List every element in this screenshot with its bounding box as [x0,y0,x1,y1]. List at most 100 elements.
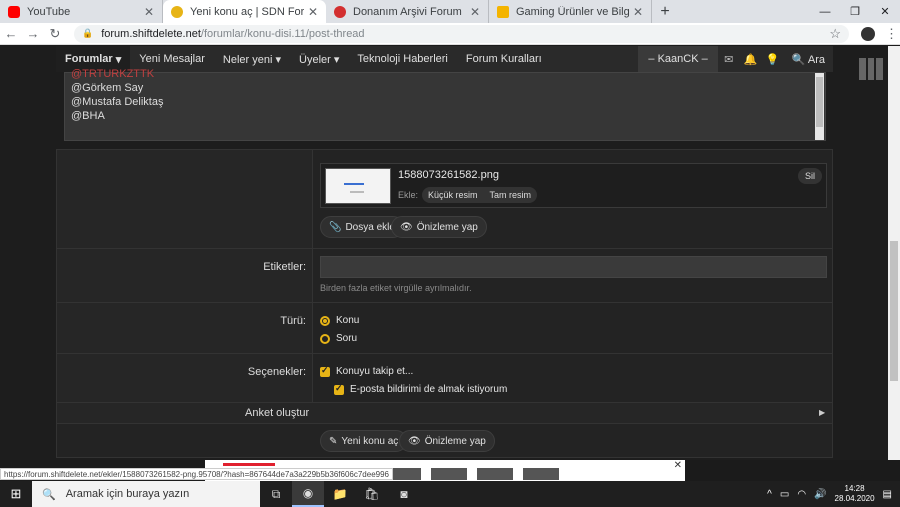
close-icon[interactable]: ✕ [633,5,643,19]
clock-time: 14:28 [844,484,865,493]
tab-label: Yeni konu aç | SDN Forum [190,5,304,18]
taskbar-search[interactable]: 🔍 Aramak için buraya yazın [32,481,260,507]
nav-teknoloji-haberleri[interactable]: Teknoloji Haberleri [348,53,457,65]
insert-full-image-button[interactable]: Tam resim [484,187,538,203]
attachment-filename: 1588073261582.png [398,169,499,181]
option-label: E-posta bildirimi de almak istiyorum [350,384,508,395]
button-label: Yeni konu aç [341,435,399,447]
submit-thread-button[interactable]: ✎ Yeni konu aç [320,430,408,452]
paperclip-icon: 📎 [329,221,342,233]
attachment-thumbnail[interactable] [325,168,391,204]
tags-input[interactable] [320,256,827,278]
close-icon[interactable]: ✕ [144,5,154,19]
insert-button-group: Küçük resim Tam resim [422,187,538,203]
chevron-up-icon[interactable]: ^ [767,489,772,500]
delete-attachment-button[interactable]: Sil [797,168,822,184]
address-bar[interactable]: 🔒 forum.shiftdelete.net/forumlar/konu-di… [74,24,849,43]
discord-icon[interactable]: ◙ [388,481,420,507]
type-option-konu[interactable]: Konu [320,315,359,326]
forward-icon[interactable]: → [22,26,44,41]
lock-icon: 🔒 [82,28,94,38]
option-label: Konuyu takip et... [336,366,414,377]
status-link-preview: https://forum.shiftdelete.net/ekler/1588… [0,468,393,480]
preview-button[interactable]: 👁 Önizleme yap [391,216,487,238]
close-window-icon[interactable]: ✕ [870,0,900,23]
search-label: Ara [807,53,825,66]
insert-thumbnail-button[interactable]: Küçük resim [422,187,484,203]
reload-icon[interactable]: ↻ [44,26,66,42]
side-decoration [859,58,884,80]
option-label: Soru [336,333,358,344]
nav-forum-kurallari[interactable]: Forum Kuralları [457,53,551,65]
windows-start-icon[interactable]: ⊞ [0,481,32,507]
profile-avatar[interactable] [861,26,875,41]
editor-line: @Mustafa Deliktaş [71,96,164,108]
button-label: Önizleme yap [416,221,478,233]
search-icon: 🔍 [42,488,56,501]
inbox-icon[interactable]: ✉ [718,53,740,66]
type-option-soru[interactable]: Soru [320,333,357,344]
search-placeholder: Aramak için buraya yazın [65,488,190,500]
task-view-icon[interactable]: ⧉ [260,481,292,507]
nav-neler-yeni[interactable]: Neler yeni ▾ [214,53,290,66]
preview-button-bottom[interactable]: 👁 Önizleme yap [399,430,495,452]
browser-toolbar: ← → ↻ 🔒 forum.shiftdelete.net/forumlar/k… [0,23,900,45]
bookmark-star-icon[interactable]: ☆ [829,26,841,42]
store-icon[interactable]: 🛍 [356,481,388,507]
close-icon[interactable]: ✕ [308,5,318,19]
browser-menu-icon[interactable]: ⋮ [885,26,898,42]
divider [57,248,832,249]
clock-date: 28.04.2020 [834,494,875,503]
sdn-icon [171,5,183,18]
file-explorer-icon[interactable]: 📁 [324,481,356,507]
tags-label: Etiketler: [263,261,306,273]
url-path: /forumlar/konu-disi.11/post-thread [200,27,365,40]
browser-tab-strip: YouTube ✕ Yeni konu aç | SDN Forum ✕ Don… [0,0,900,23]
volume-icon[interactable]: 🔊 [814,489,826,500]
restore-icon[interactable]: ❐ [840,0,870,23]
message-editor[interactable]: @TRTURKZTTK @Görkem Say @Mustafa Delikta… [64,68,826,141]
eye-icon: 👁 [400,221,413,233]
page-scrollbar[interactable] [888,46,900,460]
nav-yeni-mesajlar[interactable]: Yeni Mesajlar [130,53,214,65]
bell-icon[interactable]: 🔔 [740,53,762,66]
donanim-arsivi-icon [334,5,346,18]
option-label: Konu [336,315,360,326]
tab-label: Gaming Ürünler ve Bilgisayar Bile [516,5,629,18]
create-poll-toggle[interactable]: Anket oluştur ▶ [57,402,832,424]
button-label: Önizleme yap [424,435,486,447]
attachment-card: 1588073261582.png Ekle: Küçük resim Tam … [320,163,827,208]
clock[interactable]: 14:28 28.04.2020 [835,484,875,504]
battery-icon[interactable]: ▭ [780,489,789,500]
close-icon[interactable]: ✕ [470,5,480,19]
chrome-icon[interactable]: ◉ [292,481,324,507]
tags-hint: Birden fazla etiket virgülle ayrılmalıdı… [320,283,472,293]
radio-unselected[interactable] [320,333,330,344]
tab-gaming[interactable]: Gaming Ürünler ve Bilgisayar Bile ✕ [489,0,652,23]
tab-youtube[interactable]: YouTube ✕ [0,0,163,23]
insert-options: Ekle: Küçük resim Tam resim [398,187,538,203]
lightbulb-icon[interactable]: 💡 [762,53,784,66]
tab-label: Donanım Arşivi Forum [353,5,462,18]
divider [57,302,832,303]
editor-scrollbar[interactable] [815,73,824,140]
search-button[interactable]: 🔍 Ara [784,53,833,66]
notifications-icon[interactable]: ▤ [883,489,892,500]
tab-sdn-forum[interactable]: Yeni konu aç | SDN Forum ✕ [163,0,326,23]
close-ad-icon[interactable]: ✕ [674,460,682,471]
wifi-icon[interactable]: ◠ [797,489,806,500]
page-content: Forumlar ▾ Yeni Mesajlar Neler yeni ▾ Üy… [0,46,900,460]
email-notify-checkbox[interactable]: E-posta bildirimi de almak istiyorum [334,383,508,395]
type-label: Türü: [280,315,306,327]
new-tab-button[interactable]: + [652,0,678,23]
tab-donanim-arsivi[interactable]: Donanım Arşivi Forum ✕ [326,0,489,23]
watch-thread-checkbox[interactable]: Konuyu takip et... [320,365,414,377]
nav-label: Forumlar [65,53,113,65]
checkbox-checked[interactable] [320,365,330,377]
nav-uyeler[interactable]: Üyeler ▾ [290,53,348,66]
back-icon[interactable]: ← [0,26,22,41]
radio-selected[interactable] [320,315,330,326]
checkbox-checked[interactable] [334,383,344,395]
minimize-icon[interactable]: — [810,0,840,23]
url-host: forum.shiftdelete.net [101,27,201,40]
